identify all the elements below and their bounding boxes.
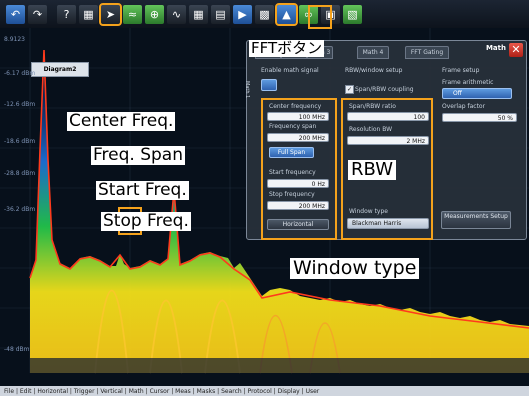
coupling-checkbox[interactable]: ✓ [345, 85, 354, 94]
frame-arith-select[interactable]: Off [442, 88, 512, 99]
tab-fft-gating[interactable]: FFT Gating [405, 46, 449, 59]
menu-edit[interactable]: Edit [20, 388, 32, 395]
rbw-section-title: RBW/window setup [345, 67, 403, 74]
span-label: Frequency span [269, 123, 317, 130]
measurements-setup-button[interactable]: Measurements Setup [441, 211, 511, 229]
ratio-icon[interactable]: ∞ [299, 4, 318, 24]
menu-cursor[interactable]: Cursor [150, 388, 170, 395]
menu-trigger[interactable]: Trigger [74, 388, 95, 395]
frame-arith-label: Frame arithmetic [442, 79, 494, 86]
menu-search[interactable]: Search [221, 388, 242, 395]
menu-masks[interactable]: Masks [197, 388, 216, 395]
freq-span-annotation: Freq. Span [91, 145, 185, 165]
close-icon[interactable]: ✕ [509, 43, 523, 57]
resbw-label: Resolution BW [349, 126, 393, 133]
window-label: Window type [349, 208, 388, 215]
start-label: Start frequency [269, 169, 316, 176]
fft-icon[interactable]: ▲ [275, 2, 298, 26]
mask-icon[interactable]: ▶ [233, 4, 252, 24]
dialog-title: Math [485, 44, 506, 52]
menu-vertical[interactable]: Vertical [100, 388, 122, 395]
ratio-label: Span/RBW ratio [349, 103, 396, 110]
back-icon[interactable]: ↶ [6, 4, 25, 24]
span-field[interactable]: 200 MHz [267, 133, 329, 142]
menu-protocol[interactable]: Protocol [248, 388, 272, 395]
y-label-1: -6.17 dBm [4, 70, 36, 77]
tab-math-4[interactable]: Math 4 [357, 46, 389, 59]
full-span-button[interactable]: Full Span [269, 147, 314, 158]
toolbar: ↶ ↷ ? ▦ ➤ ≈ ⊕ ∿ ▦ ▤ ▶ ▩ ▲ ∞ ▣ ▧ [0, 0, 529, 28]
window-select[interactable]: Blackman Harris [347, 218, 429, 229]
center-field[interactable]: 100 MHz [267, 112, 329, 121]
start-freq-annotation: Start Freq. [96, 180, 189, 200]
y-label-3: -18.6 dBm [4, 138, 36, 145]
menu-display[interactable]: Display [278, 388, 300, 395]
enable-toggle[interactable] [261, 79, 277, 91]
y-label-6: -48 dBm [4, 346, 30, 353]
start-field[interactable]: 0 Hz [267, 179, 329, 188]
frame-setup-title: Frame setup [442, 67, 480, 74]
resbw-field[interactable]: 2 MHz [347, 136, 429, 145]
waveform-icon[interactable]: ∿ [167, 4, 186, 24]
diagram-tab[interactable]: Diagram2 [31, 62, 89, 77]
y-label-4: -28.8 dBm [4, 170, 36, 177]
screenshot-root: ↶ ↷ ? ▦ ➤ ≈ ⊕ ∿ ▦ ▤ ▶ ▩ ▲ ∞ ▣ ▧ Diagram2… [0, 0, 529, 396]
menu-meas[interactable]: Meas [175, 388, 191, 395]
measure-icon[interactable]: ≈ [123, 4, 142, 24]
rbw-annotation: RBW [348, 160, 397, 180]
overlap-label: Overlap factor [442, 103, 486, 110]
menu-file[interactable]: File [4, 388, 14, 395]
side-tab-math-1[interactable]: Math 1 [244, 81, 250, 98]
grid-icon[interactable]: ▦ [79, 4, 98, 24]
stop-freq-annotation: Stop Freq. [101, 211, 191, 231]
stop-label: Stop frequency [269, 191, 315, 198]
y-label-2: -12.6 dBm [4, 101, 36, 108]
power-icon[interactable]: ▧ [343, 4, 362, 24]
stop-field[interactable]: 200 MHz [267, 201, 329, 210]
fft-button-annotation: FFTボタン [249, 39, 325, 57]
help-icon[interactable]: ? [57, 4, 76, 24]
menu-user[interactable]: User [306, 388, 320, 395]
window-type-annotation: Window type [290, 258, 420, 279]
math-dialog: Setup Math 2 Math 3 Math 4 FFT Gating Ma… [244, 40, 527, 240]
menu-horizontal[interactable]: Horizontal [37, 388, 68, 395]
menu-bar: File | Edit | Horizontal | Trigger | Ver… [0, 386, 529, 396]
cursor-icon[interactable]: ➤ [99, 2, 122, 26]
forward-icon[interactable]: ↷ [28, 4, 47, 24]
bus-icon[interactable]: ▩ [255, 4, 274, 24]
menu-math[interactable]: Math [129, 388, 144, 395]
enable-label: Enable math signal [261, 67, 319, 74]
center-freq-annotation: Center Freq. [67, 111, 176, 131]
coupling-label: Span/RBW coupling [355, 86, 414, 93]
table-icon[interactable]: ▦ [189, 4, 208, 24]
ref-level-label: 8.9123 [4, 36, 25, 43]
zoom-icon[interactable]: ⊕ [145, 4, 164, 24]
center-label: Center frequency [269, 103, 322, 110]
overlap-field[interactable]: 50 % [442, 113, 517, 122]
horizontal-button[interactable]: Horizontal [267, 219, 329, 230]
history-icon[interactable]: ▤ [211, 4, 230, 24]
y-label-5: -36.2 dBm [4, 206, 36, 213]
camera-icon[interactable]: ▣ [321, 4, 340, 24]
ratio-field[interactable]: 100 [347, 112, 429, 121]
